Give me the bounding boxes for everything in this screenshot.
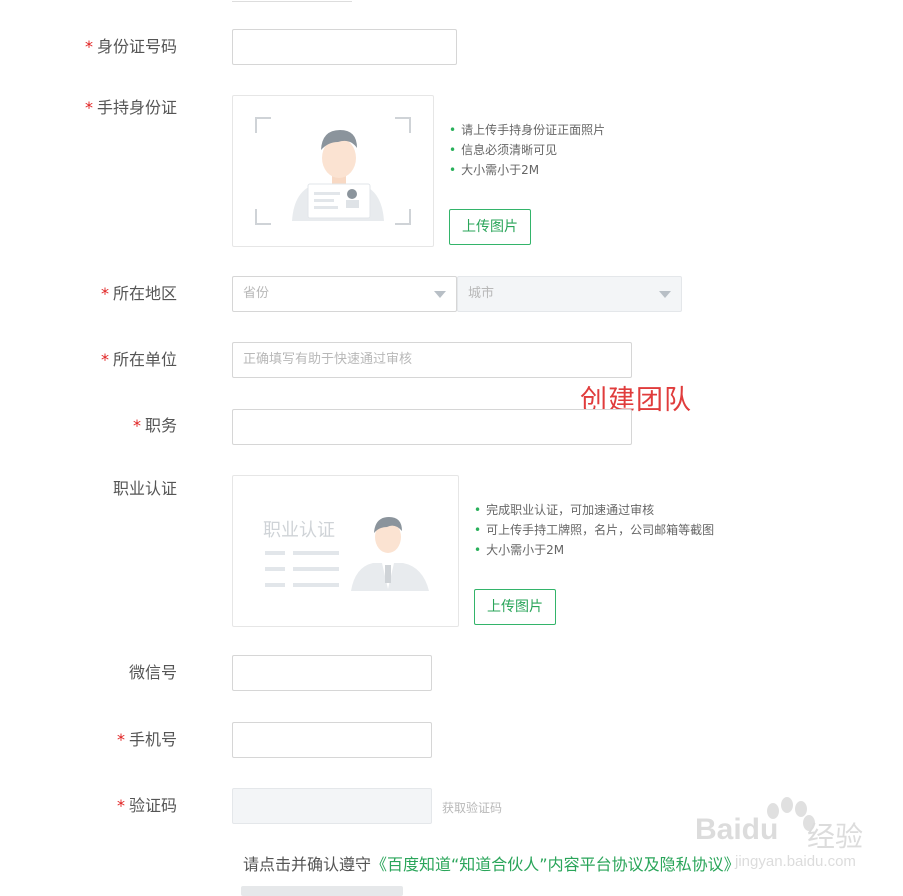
submit-button[interactable] (241, 886, 403, 896)
position-label-text: 职务 (144, 416, 177, 435)
required-mark: * (132, 416, 141, 435)
career-cert-label: 职业认证 (113, 478, 177, 500)
id-photo-label: * 手持身份证 (85, 97, 177, 119)
tip-item: 可上传手持工牌照，名片，公司邮箱等截图 (474, 520, 714, 540)
frame-corner-icon (255, 209, 271, 225)
position-input[interactable] (232, 409, 632, 445)
required-mark: * (84, 37, 93, 56)
captcha-input[interactable] (232, 788, 432, 824)
tip-item: 大小需小于2M (449, 160, 605, 180)
baidu-jingyan-watermark: Baidu 经验 jingyan.baidu.com (695, 795, 895, 885)
phone-input[interactable] (232, 722, 432, 758)
required-mark: * (84, 98, 93, 117)
required-mark: * (100, 350, 109, 369)
org-label: * 所在单位 (101, 349, 177, 371)
province-select[interactable]: 省份 (232, 276, 457, 312)
id-number-input[interactable] (232, 29, 457, 65)
org-input[interactable]: 正确填写有助于快速通过审核 (232, 342, 632, 378)
chevron-down-icon (659, 291, 671, 298)
city-select: 城市 (457, 276, 682, 312)
top-cutoff-control (232, 0, 352, 2)
agreement-text: 请点击并确认遵守《百度知道“知道合伙人”内容平台协议及隐私协议》 (243, 851, 740, 875)
wechat-label-text: 微信号 (128, 663, 177, 682)
get-code-button[interactable]: 获取验证码 (442, 799, 502, 816)
position-label: * 职务 (133, 415, 177, 437)
city-placeholder: 城市 (468, 286, 495, 301)
frame-corner-icon (395, 209, 411, 225)
chevron-down-icon (434, 291, 446, 298)
id-photo-tips: 请上传手持身份证正面照片 信息必须清晰可见 大小需小于2M (449, 120, 605, 180)
career-cert-label-text: 职业认证 (112, 479, 177, 498)
id-number-label-text: 身份证号码 (96, 37, 177, 56)
captcha-label-text: 验证码 (128, 796, 177, 815)
career-cert-preview[interactable]: 职业认证 (232, 475, 459, 627)
upload-career-cert-button[interactable]: 上传图片 (474, 589, 556, 625)
watermark-brand-cn: 经验 (807, 820, 864, 853)
id-number-label: * 身份证号码 (85, 36, 177, 58)
org-label-text: 所在单位 (112, 350, 177, 369)
region-label: * 所在地区 (101, 283, 177, 305)
watermark-brand: Baidu (695, 813, 779, 846)
tip-item: 请上传手持身份证正面照片 (449, 120, 605, 140)
tip-item: 大小需小于2M (474, 540, 714, 560)
province-placeholder: 省份 (243, 286, 270, 301)
wechat-input[interactable] (232, 655, 432, 691)
career-cert-tips: 完成职业认证，可加速通过审核 可上传手持工牌照，名片，公司邮箱等截图 大小需小于… (474, 500, 714, 560)
frame-corner-icon (255, 117, 271, 133)
required-mark: * (116, 796, 125, 815)
captcha-label: * 验证码 (117, 795, 177, 817)
person-holding-id-icon (292, 130, 384, 221)
required-mark: * (100, 284, 109, 303)
watermark-url: jingyan.baidu.com (735, 853, 856, 870)
id-photo-label-text: 手持身份证 (96, 98, 177, 117)
required-mark: * (116, 730, 125, 749)
phone-label: * 手机号 (117, 729, 177, 751)
phone-label-text: 手机号 (128, 730, 177, 749)
tip-item: 完成职业认证，可加速通过审核 (474, 500, 714, 520)
region-label-text: 所在地区 (112, 284, 177, 303)
frame-corner-icon (395, 117, 411, 133)
agreement-link[interactable]: 《百度知道“知道合伙人”内容平台协议及隐私协议》 (371, 855, 740, 874)
id-photo-preview[interactable] (232, 95, 434, 247)
upload-id-photo-button[interactable]: 上传图片 (449, 209, 531, 245)
org-placeholder: 正确填写有助于快速通过审核 (243, 352, 413, 367)
career-cert-illustration-icon (265, 517, 429, 591)
agreement-prefix: 请点击并确认遵守 (243, 855, 372, 874)
tip-item: 信息必须清晰可见 (449, 140, 605, 160)
wechat-label: 微信号 (129, 662, 177, 684)
